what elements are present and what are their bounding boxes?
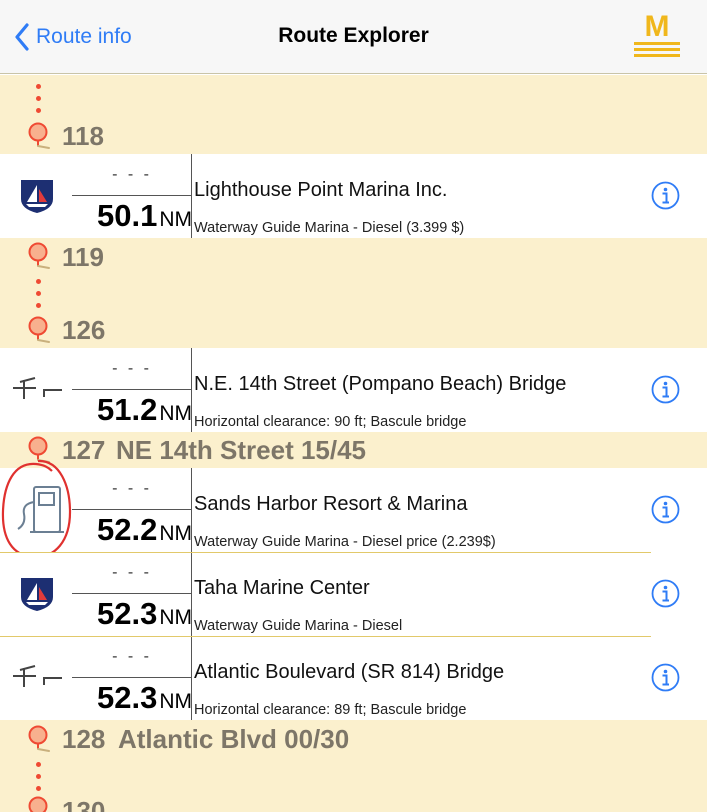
item-title: Taha Marine Center [194,577,370,599]
distance-divider [72,677,192,678]
distance-placeholder: - - - [112,648,152,665]
distance-placeholder: - - - [112,480,152,497]
waypoint-pin-icon [28,242,50,269]
route-dots [35,84,41,120]
waypoint-number: 119 [62,242,104,272]
route-dots [35,762,41,798]
item-title: Atlantic Boulevard (SR 814) Bridge [194,661,505,683]
info-icon[interactable] [651,495,680,524]
item-subtitle: Horizontal clearance: 90 ft; Bascule bri… [194,414,467,430]
waypoint-name: Atlantic Blvd 00/30 [118,724,350,754]
distance-placeholder: - - - [112,360,152,377]
column-divider [191,468,192,552]
item-title: N.E. 14th Street (Pompano Beach) Bridge [194,373,567,395]
waypoint-band: 128 Atlantic Blvd 00/30 130 [0,720,707,812]
waypoint-number: 128 [62,724,106,754]
logo-letter: M [644,10,670,43]
distance-value: 51.2NM [96,392,192,427]
item-subtitle: Horizontal clearance: 89 ft; Bascule bri… [194,702,467,718]
distance-value: 52.3NM [96,680,192,715]
route-item-row[interactable]: - - - 52.3NM Atlantic Boulevard (SR 814)… [0,637,707,720]
info-icon[interactable] [651,375,680,404]
app-logo-button[interactable]: M [632,10,682,60]
bridge-icon [13,665,62,687]
item-title: Sands Harbor Resort & Marina [194,493,468,515]
distance-value: 52.3NM [96,596,192,631]
item-subtitle: Waterway Guide Marina - Diesel [194,618,403,634]
logo-bar [634,54,680,57]
waypoint-band: 118 [0,75,707,154]
waypoint-pin-icon [28,122,50,149]
waypoint-number: 126 [62,315,106,345]
marina-sailboat-icon [21,180,53,213]
waypoint-pin-icon [28,725,50,752]
waypoint-band: 127 NE 14th Street 15/45 [0,432,707,468]
item-subtitle: Waterway Guide Marina - Diesel price (2.… [194,534,496,550]
column-divider [191,637,192,720]
item-title: Lighthouse Point Marina Inc. [194,179,448,201]
back-button[interactable]: Route info [14,22,132,52]
marina-sailboat-icon [21,578,53,611]
route-dots [35,279,41,315]
distance-placeholder: - - - [112,166,152,183]
distance-value: 50.1NM [96,198,192,233]
logo-bar [634,48,680,51]
annotation-circle-icon [1,459,72,559]
info-icon[interactable] [651,181,680,210]
waypoint-number: 130 [62,796,106,812]
item-subtitle: Waterway Guide Marina - Diesel (3.399 $) [194,220,465,236]
distance-value: 52.2NM [96,512,192,547]
route-item-row[interactable]: - - - 51.2NM N.E. 14th Street (Pompano B… [0,348,707,432]
distance-divider [72,389,192,390]
info-icon[interactable] [651,663,680,692]
waypoint-pin-icon [28,316,50,343]
waypoint-band: 119 126 [0,238,707,348]
waypoint-number: 118 [62,121,104,151]
column-divider [191,154,192,238]
waypoint-name: NE 14th Street 15/45 [116,435,367,465]
route-item-row[interactable]: - - - 52.3NM Taha Marine Center Waterway… [0,553,707,636]
waypoint-pin-icon [28,796,48,812]
column-divider [191,553,192,636]
chevron-left-icon [15,23,29,51]
distance-placeholder: - - - [112,564,152,581]
route-item-row[interactable]: - - - 52.2NM Sands Harbor Resort & Marin… [0,459,707,559]
nav-bar: Route info Route Explorer M [0,0,707,74]
bridge-icon [13,377,62,399]
back-button-label: Route info [36,25,132,48]
distance-divider [72,509,192,510]
route-item-row[interactable]: - - - 50.1NM Lighthouse Point Marina Inc… [0,154,707,238]
distance-divider [72,593,192,594]
logo-bar [634,42,680,45]
distance-divider [72,195,192,196]
info-icon[interactable] [651,579,680,608]
column-divider [191,348,192,432]
